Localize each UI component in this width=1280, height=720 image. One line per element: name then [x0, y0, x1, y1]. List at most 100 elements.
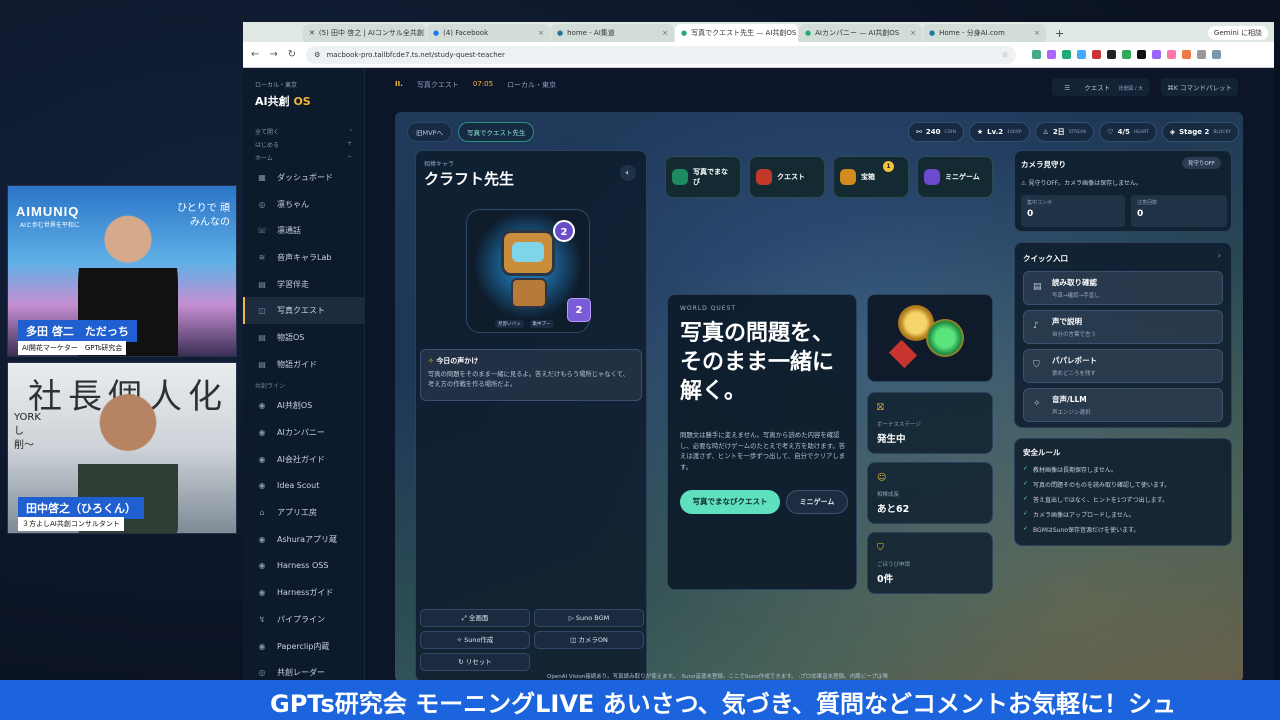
- camera-on-button[interactable]: ◫ カメラON: [534, 631, 644, 649]
- star-icon: ★: [976, 128, 984, 136]
- current-mode-chip[interactable]: 写真でクエスト先生: [457, 122, 535, 142]
- book-icon: ▤: [258, 332, 266, 342]
- close-icon[interactable]: ×: [662, 29, 668, 37]
- reload-icon[interactable]: ↻: [288, 49, 296, 60]
- browser-tab[interactable]: ✕(5) 田中 啓之 | AIコンサル全共創×: [303, 24, 426, 42]
- character-label: 相棒キャラ: [424, 161, 455, 168]
- world-quest-eyebrow: WORLD QUEST: [680, 305, 737, 312]
- sidebar-item-rin-call[interactable]: ☏ 凛通話: [243, 217, 364, 244]
- command-palette-button[interactable]: ⌘K コマンドパレット: [1161, 78, 1238, 96]
- url-field[interactable]: ⚙ macbook-pro.tailbfcde7.ts.net/study-que…: [306, 45, 1017, 64]
- chevron-right-icon[interactable]: ›: [1218, 251, 1221, 260]
- heart-stat: ♡ 4/5 HEART: [1099, 122, 1157, 142]
- quest-menu-button[interactable]: ☰ クエスト 背景図 / 大: [1052, 78, 1150, 96]
- browser-tab[interactable]: ● (4) Facebook ×: [427, 24, 550, 42]
- status-footnote: OpenAI Vision接続あり。写真読み取りが使えます。 ·Suno音源未登…: [547, 674, 888, 680]
- extension-icon[interactable]: [1092, 50, 1102, 59]
- quick-item-read-check[interactable]: ▤ 読み取り確認 写真→確認→手直し: [1023, 271, 1223, 305]
- extension-icon[interactable]: [1062, 50, 1072, 59]
- x-icon: ✕: [309, 29, 315, 37]
- browser-tab-active[interactable]: ●写真でクエスト先生 — AI共創OS×: [675, 24, 798, 42]
- back-to-old-mvp-button[interactable]: 旧MVPへ: [407, 122, 452, 142]
- mic-icon: ♪: [1033, 321, 1039, 331]
- sidebar-item-voice-lab[interactable]: ≋ 音声キャラLab: [243, 244, 364, 271]
- new-tab-button[interactable]: +: [1047, 27, 1072, 42]
- sidebar-expand-all[interactable]: 全て開く ›: [243, 125, 364, 138]
- sidebar-item-ai-os[interactable]: ◉ AI共創OS: [243, 393, 364, 420]
- suno-create-button[interactable]: ✧ Suno作成: [420, 631, 530, 649]
- reset-button[interactable]: ↻ リセット: [420, 653, 530, 671]
- sidebar-item-ashura[interactable]: ◉ Ashuraアプリ蔵: [243, 526, 364, 553]
- sidebar-item-paperclip[interactable]: ◉ Paperclip内蔵: [243, 633, 364, 660]
- profile-avatar[interactable]: [1212, 50, 1222, 59]
- sidebar-item-rin[interactable]: ◎ 凛ちゃん: [243, 191, 364, 218]
- sidebar-item-harness-oss[interactable]: ◉ Harness OSS: [243, 553, 364, 580]
- sidebar-item-app-factory[interactable]: ⌂ アプリ工房: [243, 499, 364, 526]
- sidebar-item-pipeline[interactable]: ↯ パイプライン: [243, 606, 364, 633]
- sidebar-section-start[interactable]: はじめる +: [243, 138, 364, 151]
- sidebar-item-study[interactable]: ▤ 学習伴走: [243, 271, 364, 298]
- bookmark-star-icon[interactable]: ☆: [1002, 51, 1008, 59]
- quest-button[interactable]: クエスト: [749, 156, 825, 198]
- sidebar-item-photo-quest[interactable]: ◫ 写真クエスト: [243, 297, 364, 325]
- level-badge-round: 2: [553, 220, 575, 242]
- shield-icon: ⛉: [877, 543, 884, 553]
- harness-guide-icon: ◉: [258, 588, 266, 598]
- minigame-button[interactable]: ミニゲーム: [917, 156, 993, 198]
- treasure-button[interactable]: 宝箱 1: [833, 156, 909, 198]
- close-icon[interactable]: ×: [538, 29, 544, 37]
- quick-item-voice-llm[interactable]: ✧ 音声/LLM 声エンジン選択: [1023, 388, 1223, 422]
- reward-request-card: ⛉ ごほうび申請 0件: [867, 532, 993, 594]
- emerald-medal-icon: [926, 319, 964, 357]
- stream-frame: AIMUNIQ AIと歩む世界を平和に ひとりで 頑みんなの 多田 啓二 ただっ…: [0, 0, 1280, 720]
- sidebar-item-ai-guide[interactable]: ◉ AI会社ガイド: [243, 446, 364, 473]
- sidebar-item-story-guide[interactable]: ▤ 物語ガイド: [243, 351, 364, 378]
- medal-illustration: [867, 294, 993, 382]
- app-logo[interactable]: AI共創 OS: [243, 89, 364, 125]
- live-ticker: GPTs研究会 モーニングLIVE あいさつ、気づき、質問などコメントお気軽に！…: [0, 680, 1280, 720]
- photo-learning-button[interactable]: 写真でまなび: [665, 156, 741, 198]
- forward-icon[interactable]: →: [269, 49, 277, 60]
- minigame-secondary-button[interactable]: ミニゲーム: [786, 490, 848, 514]
- browser-tab[interactable]: ● Home - 分身AI.com ×: [923, 24, 1046, 42]
- extension-icon[interactable]: [1047, 50, 1057, 59]
- safety-rules-title: 安全ルール: [1023, 448, 1061, 457]
- partner-growth-card: ☺ 相棒成長 あと62: [867, 462, 993, 524]
- extension-icon[interactable]: [1152, 50, 1162, 59]
- watch-toggle[interactable]: 見守りOFF: [1181, 157, 1221, 169]
- gemini-button[interactable]: Gemini に相談: [1207, 26, 1268, 40]
- extension-icon[interactable]: [1167, 50, 1177, 59]
- extension-icon[interactable]: [1077, 50, 1087, 59]
- extension-icon[interactable]: [1137, 50, 1147, 59]
- start-photo-quest-button[interactable]: 写真でまなびクエスト: [680, 490, 780, 514]
- speaker-icon[interactable]: 🔈︎: [620, 165, 636, 181]
- browser-tab[interactable]: ● home - AI集道 ×: [551, 24, 674, 42]
- quick-item-voice-explain[interactable]: ♪ 声で説明 自分の言葉で言う: [1023, 310, 1223, 344]
- close-icon[interactable]: ×: [910, 29, 916, 37]
- sidebar-item-harness-guide[interactable]: ◉ Harnessガイド: [243, 579, 364, 606]
- browser-tab[interactable]: ● AIカンパニー — AI共創OS ×: [799, 24, 922, 42]
- extension-icon[interactable]: [1122, 50, 1132, 59]
- location-label: ローカル・東京: [507, 81, 557, 89]
- extension-icon[interactable]: [1182, 50, 1192, 59]
- wave-icon: ≋: [258, 252, 266, 262]
- extension-icon[interactable]: [1107, 50, 1117, 59]
- close-icon[interactable]: ×: [1034, 29, 1040, 37]
- suno-bgm-button[interactable]: ▷ Suno BGM: [534, 609, 644, 627]
- play-icon: ▷: [568, 614, 574, 622]
- gift-icon: ⛝: [877, 403, 884, 413]
- camera-icon: ◫: [570, 636, 577, 644]
- fullscreen-button[interactable]: ⤢ 全画面: [420, 609, 530, 627]
- sidebar-item-ai-company[interactable]: ◉ AIカンパニー: [243, 419, 364, 446]
- back-icon[interactable]: ←: [251, 49, 259, 60]
- sidebar-item-dashboard[interactable]: ▦ ダッシュボード: [243, 164, 364, 191]
- extension-icon[interactable]: [1197, 50, 1207, 59]
- sidebar-item-idea-scout[interactable]: ◉ Idea Scout: [243, 473, 364, 500]
- extension-icon[interactable]: [1032, 50, 1042, 59]
- sidebar-item-story-os[interactable]: ▤ 物語OS: [243, 324, 364, 351]
- host-role-tag: AI開花マーケター GPTs研究会: [18, 341, 127, 355]
- daily-message-card: ✧ 今日の声かけ 写真の問題をそのまま一緒に見るよ。答えだけもらう場所じゃなくて…: [420, 349, 642, 401]
- quick-item-papa-report[interactable]: ⛉ パパレポート 褒めどころを残す: [1023, 349, 1223, 383]
- sidebar-section-home[interactable]: ホーム −: [243, 151, 364, 164]
- stage-stat: ◈ Stage 2 BLOCKY: [1161, 122, 1239, 142]
